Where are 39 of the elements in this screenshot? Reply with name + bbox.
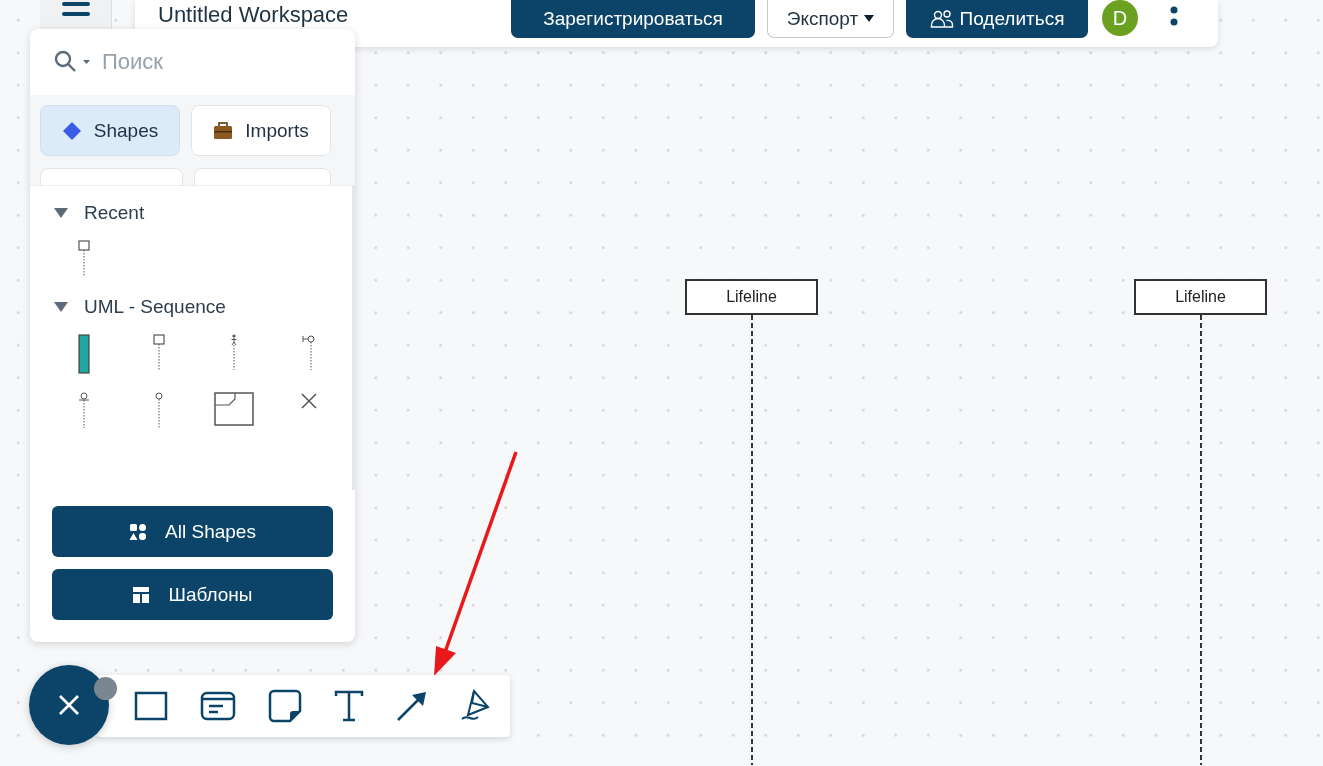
- entity-lifeline-icon[interactable]: [78, 392, 90, 428]
- lifeline-box: Lifeline: [1134, 279, 1267, 315]
- panel-tab[interactable]: Imports: [191, 105, 331, 156]
- menu-icon: [60, 2, 91, 18]
- more-icon[interactable]: [1170, 6, 1178, 28]
- briefcase-icon: [213, 121, 234, 140]
- share-button[interactable]: Поделиться: [906, 0, 1088, 38]
- shapes-grid-icon: [129, 522, 148, 541]
- search-field[interactable]: Поиск: [100, 48, 300, 76]
- text-tool-icon[interactable]: [334, 690, 364, 722]
- destroy-x-icon[interactable]: [300, 392, 318, 410]
- sticky-note-icon[interactable]: [268, 689, 302, 723]
- search-icon: [54, 50, 92, 74]
- section-header[interactable]: UML - Sequence: [54, 296, 331, 318]
- workspace-title: Untitled Workspace: [158, 2, 349, 28]
- control-lifeline-icon[interactable]: [154, 392, 164, 428]
- template-layout-icon: [132, 585, 151, 604]
- arrow-tool-icon[interactable]: [396, 690, 428, 722]
- boundary-lifeline-icon[interactable]: [302, 334, 316, 370]
- all-shapes-button[interactable]: All Shapes: [52, 506, 333, 557]
- panel-tab[interactable]: Shapes: [40, 105, 180, 156]
- close-icon: [58, 694, 80, 716]
- close-button[interactable]: [29, 665, 109, 745]
- card-tool-icon[interactable]: [200, 691, 236, 721]
- lifeline-icon[interactable]: [153, 334, 165, 370]
- section-header[interactable]: Recent: [54, 202, 331, 224]
- menu-button[interactable]: [40, 0, 112, 30]
- caret-icon: [864, 15, 875, 22]
- templates-button[interactable]: Шаблоны: [52, 569, 333, 620]
- actor-lifeline-icon[interactable]: [230, 334, 238, 370]
- export-button[interactable]: Экспорт: [767, 0, 894, 38]
- diamond-icon: [61, 120, 82, 141]
- register-button[interactable]: Зарегистрироваться: [511, 0, 755, 38]
- lifeline-box: Lifeline: [685, 279, 818, 315]
- pen-tool-icon[interactable]: [460, 689, 490, 723]
- frame-icon[interactable]: [214, 392, 254, 426]
- lifeline-icon[interactable]: [78, 240, 90, 276]
- rectangle-tool-icon[interactable]: [134, 691, 168, 721]
- people-icon: [929, 9, 954, 29]
